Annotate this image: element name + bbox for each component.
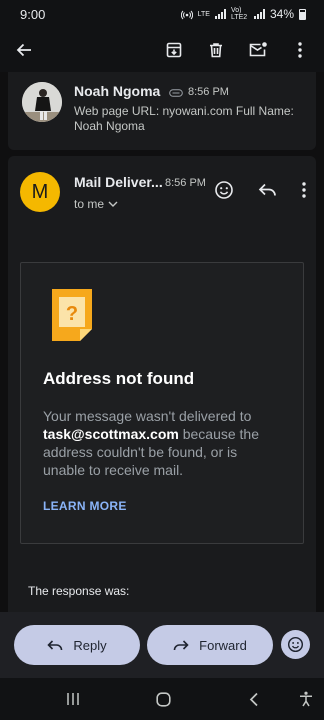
message-snippet: Web page URL: nyowani.com Full Name: Noa… bbox=[74, 104, 294, 133]
message-time: 8:56 PM bbox=[188, 86, 229, 98]
mark-unread-button[interactable] bbox=[244, 36, 272, 64]
avatar-photo-icon bbox=[22, 82, 62, 122]
accessibility-icon bbox=[300, 691, 312, 707]
emoji-icon bbox=[287, 636, 304, 653]
recipient-details-toggle[interactable]: to me bbox=[74, 197, 118, 211]
emoji-icon bbox=[215, 181, 233, 199]
chevron-down-icon bbox=[108, 201, 118, 207]
lte2-label: Vo) LTE2 bbox=[230, 7, 248, 21]
message-toolbar bbox=[0, 28, 324, 72]
message-more-button[interactable] bbox=[298, 176, 310, 204]
sender-name: Noah Ngoma bbox=[74, 83, 161, 99]
battery-percent: 34% bbox=[269, 7, 294, 21]
accessibility-button[interactable] bbox=[295, 688, 317, 710]
back-button[interactable] bbox=[10, 36, 38, 64]
nav-back-icon bbox=[249, 692, 258, 706]
hotspot-icon bbox=[180, 10, 193, 20]
status-time: 9:00 bbox=[20, 6, 46, 22]
back-arrow-icon bbox=[16, 43, 31, 57]
recent-apps-icon bbox=[67, 693, 79, 705]
delete-button[interactable] bbox=[202, 36, 230, 64]
signal2-icon bbox=[253, 9, 265, 19]
signal-icon bbox=[214, 9, 226, 19]
reply-pill-button[interactable]: Reply bbox=[14, 625, 140, 665]
delete-icon bbox=[210, 43, 222, 58]
question-note-icon: ? bbox=[52, 289, 92, 341]
collapsed-message[interactable]: Noah Ngoma 8:56 PM Web page URL: nyowani… bbox=[8, 72, 316, 150]
message-time: 8:56 PM bbox=[165, 177, 206, 189]
forward-icon bbox=[173, 639, 189, 650]
response-label: The response was: bbox=[28, 584, 130, 598]
battery-icon bbox=[299, 8, 306, 20]
emoji-reaction-button[interactable] bbox=[281, 630, 310, 659]
status-bar: 9:00 LTE Vo) LTE2 34% bbox=[0, 0, 324, 28]
reply-action-bar: Reply Forward bbox=[0, 612, 324, 678]
archive-button[interactable] bbox=[160, 36, 188, 64]
mark-unread-icon bbox=[249, 42, 267, 57]
reply-icon bbox=[258, 183, 276, 196]
learn-more-link[interactable]: LEARN MORE bbox=[43, 499, 127, 513]
reply-button[interactable] bbox=[254, 176, 282, 204]
sender-name[interactable]: Mail Deliver... bbox=[74, 174, 163, 190]
delivery-failure-notice: ? Address not found Your message wasn't … bbox=[20, 262, 304, 544]
attachment-icon bbox=[169, 89, 183, 97]
more-vert-icon bbox=[302, 182, 306, 198]
more-vert-icon bbox=[298, 42, 302, 58]
status-icons: LTE Vo) LTE2 34% bbox=[180, 7, 306, 21]
home-icon bbox=[155, 691, 171, 707]
notice-text-before: Your message wasn't delivered to bbox=[43, 408, 252, 424]
nav-back-button[interactable] bbox=[243, 688, 265, 710]
recipient-address: task@scottmax.com bbox=[43, 426, 179, 442]
forward-label: Forward bbox=[199, 637, 247, 653]
home-button[interactable] bbox=[152, 688, 174, 710]
avatar bbox=[22, 82, 62, 122]
notice-title: Address not found bbox=[43, 369, 195, 388]
sender-avatar[interactable]: M bbox=[20, 172, 60, 212]
react-emoji-button[interactable] bbox=[210, 176, 238, 204]
expanded-message: M Mail Deliver... 8:56 PM to me ? Addres… bbox=[8, 156, 316, 612]
archive-icon bbox=[166, 42, 182, 58]
forward-pill-button[interactable]: Forward bbox=[147, 625, 273, 665]
lte-label: LTE bbox=[197, 10, 210, 18]
recent-apps-button[interactable] bbox=[62, 688, 84, 710]
reply-label: Reply bbox=[73, 637, 107, 653]
reply-icon bbox=[47, 639, 63, 650]
svg-text:?: ? bbox=[66, 303, 78, 325]
notice-body: Your message wasn't delivered to task@sc… bbox=[43, 407, 273, 479]
system-nav-bar bbox=[0, 678, 324, 720]
more-options-button[interactable] bbox=[286, 36, 314, 64]
recipient-label: to me bbox=[74, 197, 105, 211]
